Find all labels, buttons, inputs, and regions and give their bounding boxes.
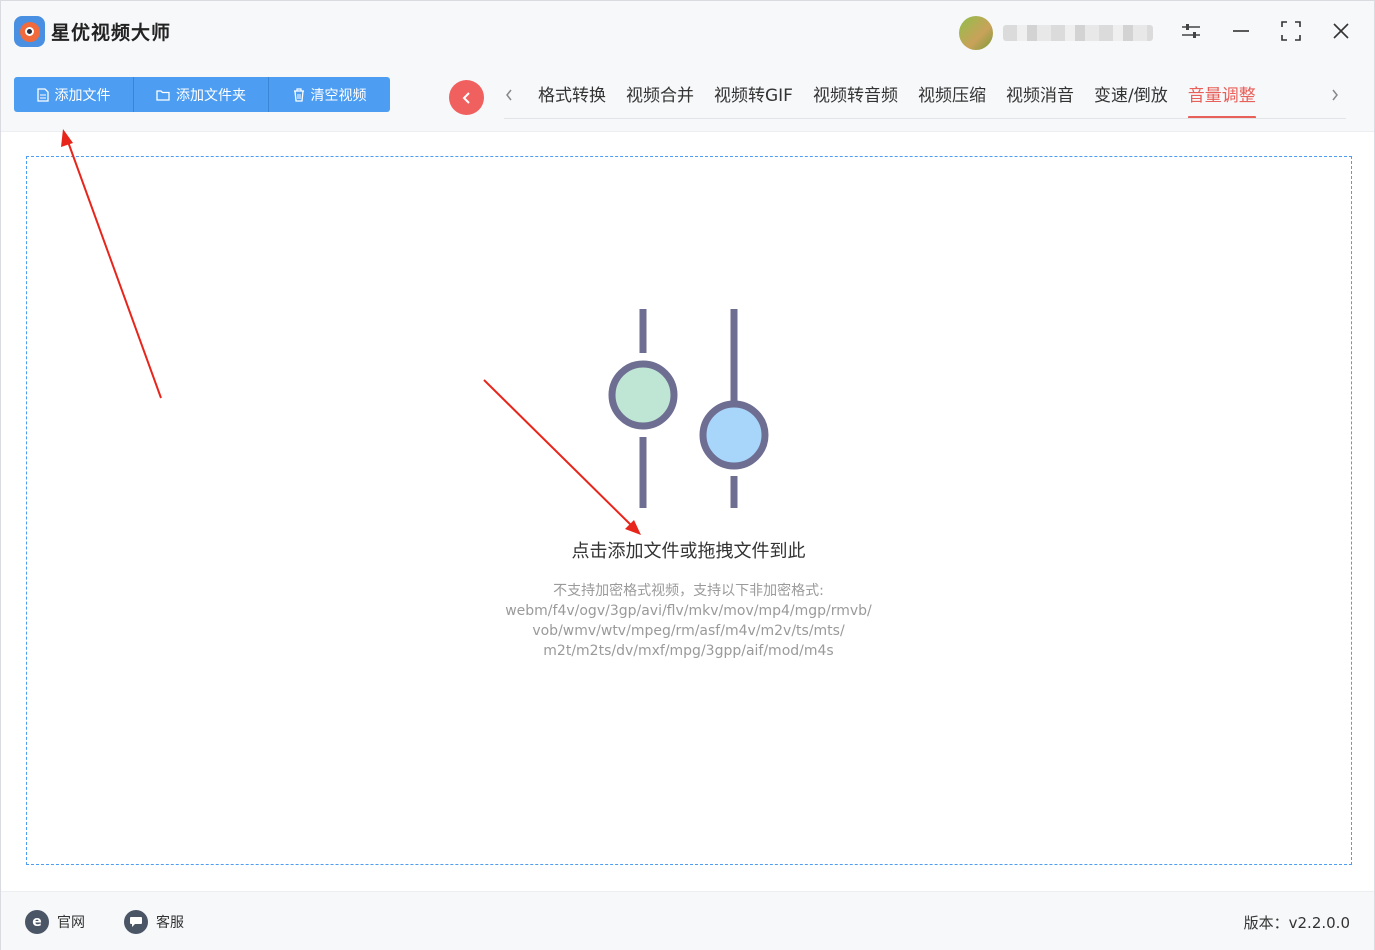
add-file-button[interactable]: 添加文件 bbox=[14, 77, 134, 112]
folder-icon bbox=[156, 89, 170, 101]
back-button[interactable] bbox=[449, 80, 484, 115]
minimize-button[interactable] bbox=[1227, 17, 1255, 45]
tab-video-mute[interactable]: 视频消音 bbox=[996, 83, 1084, 119]
clear-videos-label: 清空视频 bbox=[310, 87, 367, 104]
settings-button[interactable] bbox=[1177, 17, 1205, 45]
trash-icon bbox=[293, 87, 304, 102]
browser-icon: e bbox=[25, 910, 49, 934]
app-window: 星优视频大师 添加文件 添加文件夹 清空视频 格式转换 视频合并 视频转GIF … bbox=[0, 0, 1375, 950]
chat-icon bbox=[124, 910, 148, 934]
chevron-left-icon bbox=[506, 89, 512, 101]
close-button[interactable] bbox=[1327, 17, 1355, 45]
supported-formats-line: webm/f4v/ogv/3gp/avi/flv/mkv/mov/mp4/mgp… bbox=[505, 603, 872, 619]
tab-format-convert[interactable]: 格式转换 bbox=[528, 83, 616, 119]
add-folder-button[interactable]: 添加文件夹 bbox=[134, 77, 269, 112]
add-folder-label: 添加文件夹 bbox=[176, 87, 246, 104]
footer: e 官网 客服 版本：v2.2.0.0 bbox=[1, 891, 1374, 950]
website-link[interactable]: e 官网 bbox=[25, 910, 85, 934]
minimize-icon bbox=[1233, 30, 1249, 32]
drop-zone-title: 点击添加文件或拖拽文件到此 bbox=[571, 541, 806, 562]
tab-video-to-gif[interactable]: 视频转GIF bbox=[704, 83, 803, 119]
tab-video-to-audio[interactable]: 视频转音频 bbox=[803, 83, 908, 119]
maximize-icon bbox=[1281, 21, 1301, 41]
app-logo-icon bbox=[14, 16, 45, 47]
close-icon bbox=[1333, 23, 1349, 39]
support-link[interactable]: 客服 bbox=[124, 910, 184, 934]
volume-sliders-icon bbox=[608, 309, 769, 508]
drop-zone-note: 不支持加密格式视频，支持以下非加密格式: bbox=[553, 583, 824, 599]
tabs-scroll-right[interactable] bbox=[1330, 85, 1340, 110]
website-label: 官网 bbox=[57, 915, 85, 931]
feature-tabs: 格式转换 视频合并 视频转GIF 视频转音频 视频压缩 视频消音 变速/倒放 音… bbox=[528, 83, 1266, 119]
tab-video-compress[interactable]: 视频压缩 bbox=[908, 83, 996, 119]
add-file-label: 添加文件 bbox=[54, 87, 111, 104]
title-bar: 星优视频大师 bbox=[1, 1, 1374, 63]
app-title: 星优视频大师 bbox=[51, 22, 172, 44]
tabs-scroll-left[interactable] bbox=[504, 85, 514, 110]
file-toolbar: 添加文件 添加文件夹 清空视频 bbox=[14, 77, 390, 112]
user-account[interactable] bbox=[959, 15, 1159, 51]
user-name-redacted bbox=[1003, 25, 1153, 41]
supported-formats-line: vob/wmv/wtv/mpeg/rm/asf/m4v/m2v/ts/mts/ bbox=[532, 623, 845, 639]
support-label: 客服 bbox=[156, 915, 184, 931]
tab-volume-adjust[interactable]: 音量调整 bbox=[1178, 83, 1266, 119]
tab-speed-reverse[interactable]: 变速/倒放 bbox=[1084, 83, 1178, 119]
chevron-right-icon bbox=[1332, 89, 1338, 101]
file-icon bbox=[36, 87, 49, 102]
chevron-left-icon bbox=[462, 91, 470, 104]
tab-video-merge[interactable]: 视频合并 bbox=[616, 83, 704, 119]
sliders-icon bbox=[1182, 24, 1200, 38]
clear-videos-button[interactable]: 清空视频 bbox=[269, 77, 390, 112]
supported-formats-line: m2t/m2ts/dv/mxf/mpg/3gpp/aif/mod/m4s bbox=[543, 643, 834, 659]
version-label: 版本：v2.2.0.0 bbox=[1243, 914, 1350, 932]
avatar[interactable] bbox=[959, 16, 993, 50]
tabs-divider bbox=[504, 118, 1346, 119]
maximize-button[interactable] bbox=[1277, 17, 1305, 45]
